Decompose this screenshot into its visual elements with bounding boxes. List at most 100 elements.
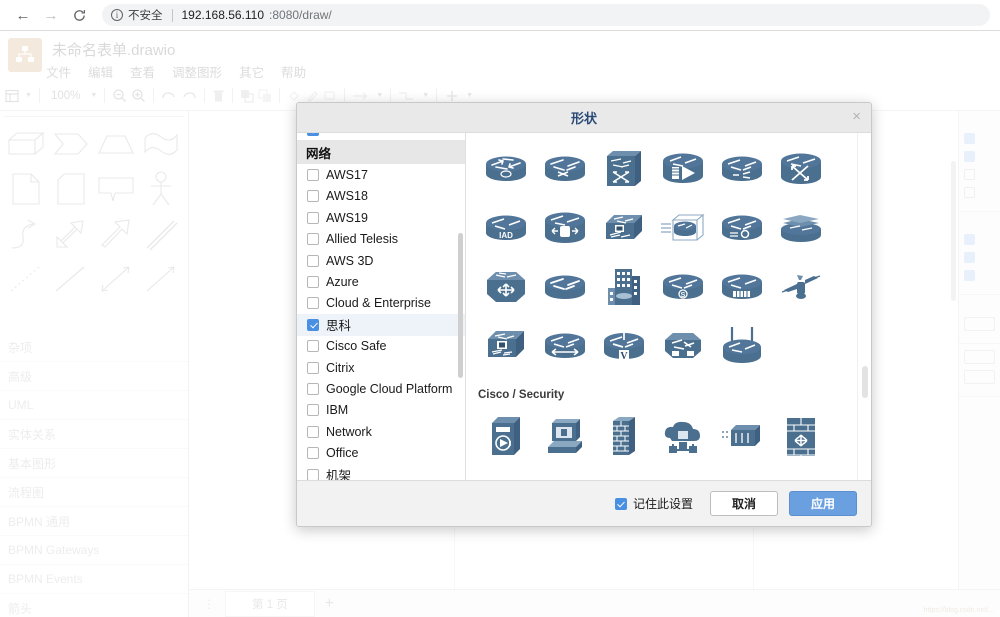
- list-item-network[interactable]: Network: [297, 421, 465, 442]
- shape-router-cross-cylinder[interactable]: [771, 139, 830, 198]
- router-bidir-icon: [544, 333, 585, 358]
- list-item-azure[interactable]: Azure: [297, 271, 465, 292]
- checkbox-icon[interactable]: [307, 468, 319, 480]
- list-item-aws19[interactable]: AWS19: [297, 207, 465, 228]
- list-item-cloud-enterprise[interactable]: Cloud & Enterprise: [297, 293, 465, 314]
- router-v-icon: V: [603, 332, 644, 362]
- shape-building[interactable]: [594, 257, 653, 316]
- shape-router-iad[interactable]: IAD: [476, 198, 535, 257]
- shape-library-list[interactable]: 网络 AWS17 AWS18 AWS19 Allied Telesis AWS …: [297, 133, 466, 480]
- list-item-label: Office: [326, 446, 359, 461]
- checkbox-icon[interactable]: [307, 233, 319, 246]
- checkbox-icon[interactable]: [307, 211, 319, 224]
- router-crossed-icon: [544, 156, 585, 181]
- checkbox-icon[interactable]: [307, 276, 319, 289]
- workstation-secure-icon: [547, 418, 582, 453]
- shape-switch-hex-cross[interactable]: [476, 257, 535, 316]
- list-item-google-cloud-platform[interactable]: Google Cloud Platform: [297, 378, 465, 399]
- modal-overlay: 形状 × 网络 AWS17 AWS18 AWS19 Allied Telesis…: [0, 0, 1000, 617]
- cancel-button[interactable]: 取消: [710, 491, 778, 516]
- shape-empty: [771, 316, 830, 375]
- shape-router-s[interactable]: S: [653, 257, 712, 316]
- switch-chain-icon: [721, 424, 760, 446]
- shape-router-bus[interactable]: [535, 198, 594, 257]
- shape-router[interactable]: [476, 139, 535, 198]
- shape-firewall-brick[interactable]: [594, 407, 653, 466]
- shape-router-ports[interactable]: [712, 257, 771, 316]
- checkbox-icon[interactable]: [307, 318, 319, 331]
- router-cross-cyl-icon: [780, 153, 821, 184]
- shape-router-plain[interactable]: [535, 257, 594, 316]
- list-item-label: Cisco Safe: [326, 339, 387, 354]
- list-scrollbar-thumb[interactable]: [458, 233, 463, 378]
- shape-switch-chain[interactable]: [712, 407, 771, 466]
- list-item-clipped[interactable]: [297, 133, 465, 140]
- list-item-label: 思科: [326, 319, 352, 334]
- wireless-router-icon: [722, 326, 761, 363]
- list-item-rack[interactable]: 机架: [297, 464, 465, 480]
- checkbox-icon[interactable]: [307, 340, 319, 353]
- checkbox-icon[interactable]: [307, 361, 319, 374]
- shape-media-server[interactable]: [476, 407, 535, 466]
- shape-satellite[interactable]: [771, 257, 830, 316]
- shape-preview-pane[interactable]: IAD S V Cisco / Security: [466, 133, 871, 480]
- list-item-label: Google Cloud Platform: [326, 381, 453, 396]
- shape-switch-hex[interactable]: [653, 316, 712, 375]
- list-item-label: AWS 3D: [326, 253, 374, 268]
- list-item-label: Network: [326, 424, 372, 439]
- shape-media-router[interactable]: [653, 139, 712, 198]
- shape-firewall-wall[interactable]: [771, 407, 830, 466]
- remember-setting-group[interactable]: 记住此设置: [614, 495, 693, 512]
- list-item-citrix[interactable]: Citrix: [297, 357, 465, 378]
- list-item-aws17[interactable]: AWS17: [297, 164, 465, 185]
- list-item-label: AWS17: [326, 168, 368, 183]
- list-item-aws-3d[interactable]: AWS 3D: [297, 250, 465, 271]
- checkbox-icon[interactable]: [307, 447, 319, 460]
- router-stack-icon: [780, 214, 821, 242]
- shape-switch-cam[interactable]: [476, 316, 535, 375]
- list-item-cisco-safe[interactable]: Cisco Safe: [297, 336, 465, 357]
- checkbox-icon[interactable]: [307, 169, 319, 182]
- list-item-aws18[interactable]: AWS18: [297, 186, 465, 207]
- shape-router-stack[interactable]: [771, 198, 830, 257]
- checkbox-icon[interactable]: [307, 297, 319, 310]
- remember-checkbox-icon[interactable]: [614, 497, 627, 510]
- shapes-dialog: 形状 × 网络 AWS17 AWS18 AWS19 Allied Telesis…: [296, 102, 872, 527]
- shape-router-bidir[interactable]: [535, 316, 594, 375]
- list-item-allied-telesis[interactable]: Allied Telesis: [297, 229, 465, 250]
- router-icon: [485, 156, 526, 181]
- shape-grid-cisco: IAD S V: [476, 139, 861, 375]
- list-item-label: Cloud & Enterprise: [326, 296, 431, 311]
- shape-router-crossed[interactable]: [535, 139, 594, 198]
- checkbox-icon[interactable]: [307, 382, 319, 395]
- shape-wireless-router[interactable]: [712, 316, 771, 375]
- shape-router-ring[interactable]: [712, 198, 771, 257]
- checkbox-icon[interactable]: [307, 425, 319, 438]
- satellite-icon: [781, 274, 820, 299]
- checkbox-icon[interactable]: [307, 254, 319, 267]
- router-ports-icon: [721, 274, 762, 299]
- router-bus-icon: [544, 212, 585, 243]
- firewall-brick-icon: [612, 416, 635, 455]
- switch-hex-icon: [664, 332, 701, 358]
- svg-text:V: V: [620, 351, 628, 362]
- shape-router-v[interactable]: V: [594, 316, 653, 375]
- shape-router-wire-cube[interactable]: [653, 198, 712, 257]
- close-icon[interactable]: ×: [852, 109, 861, 124]
- shape-cloud-vpn[interactable]: [653, 407, 712, 466]
- checkbox-icon[interactable]: [307, 404, 319, 417]
- list-item-office[interactable]: Office: [297, 442, 465, 463]
- shapes-scrollbar-thumb[interactable]: [862, 366, 868, 398]
- checkbox-icon[interactable]: [307, 190, 319, 203]
- shape-switch-box[interactable]: [594, 139, 653, 198]
- switch-box-icon: [606, 150, 641, 186]
- shape-router-small-arrow[interactable]: [712, 139, 771, 198]
- apply-button[interactable]: 应用: [789, 491, 857, 516]
- shape-workstation-secure[interactable]: [535, 407, 594, 466]
- list-item-label: AWS18: [326, 189, 368, 204]
- checkbox-icon[interactable]: [307, 133, 319, 136]
- list-item-ibm[interactable]: IBM: [297, 400, 465, 421]
- shape-switch-tray[interactable]: [594, 198, 653, 257]
- list-item-cisco[interactable]: 思科: [297, 314, 465, 336]
- list-item-label: IBM: [326, 403, 349, 418]
